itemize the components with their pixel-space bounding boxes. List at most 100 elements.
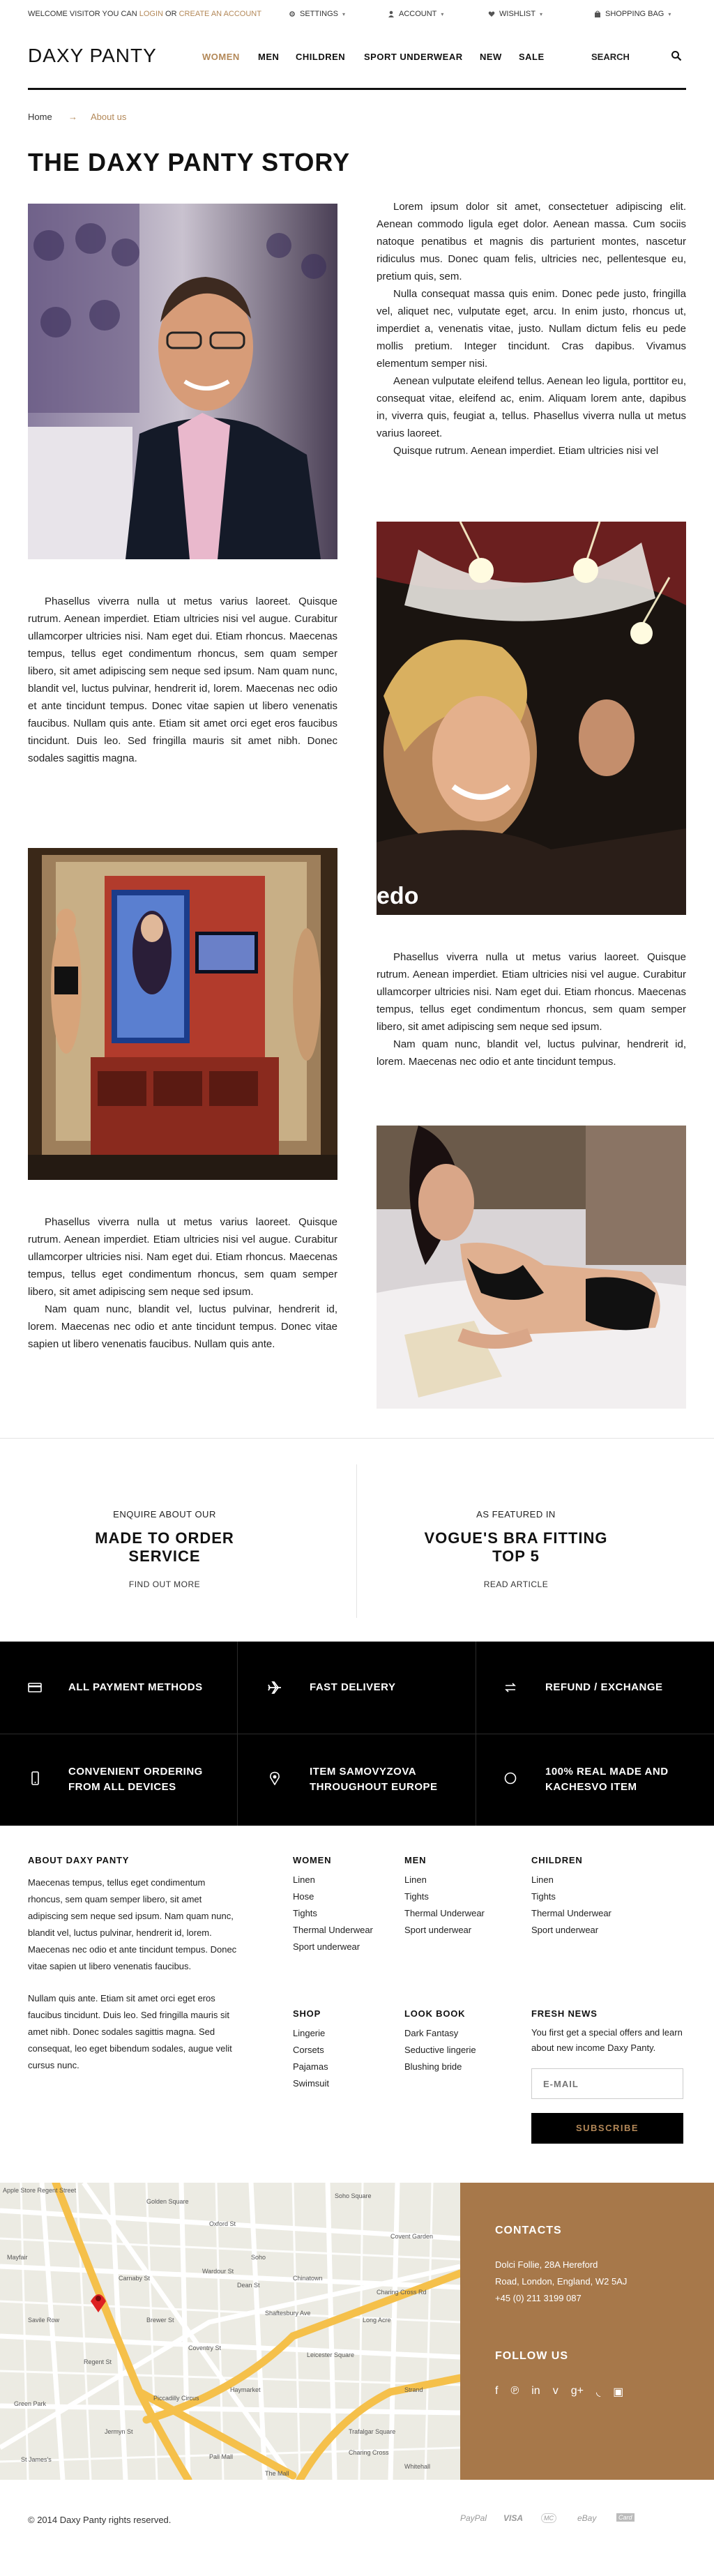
- footer-link[interactable]: Linen: [293, 1872, 373, 1888]
- map-label: Green Park: [14, 2400, 47, 2407]
- footer-link[interactable]: Pajamas: [293, 2059, 329, 2075]
- about-title: ABOUT DAXY PANTY: [28, 1855, 130, 1865]
- login-link[interactable]: LOGIN: [139, 10, 163, 18]
- footer-link[interactable]: Swimsuit: [293, 2075, 329, 2092]
- lookbook-links-title: LOOK BOOK: [404, 2008, 466, 2019]
- contacts-title: CONTACTS: [495, 2225, 562, 2236]
- card-eyebrow: AS FEATURED IN: [476, 1509, 556, 1520]
- rss-icon[interactable]: ◟: [596, 2385, 600, 2399]
- about-text: Maecenas tempus, tellus eget condimentum…: [28, 1874, 237, 2074]
- address-line: Dolci Follie, 28A Hereford: [495, 2259, 598, 2270]
- footer-link[interactable]: Sport underwear: [293, 1939, 373, 1955]
- map-label: Coventry St: [188, 2344, 222, 2351]
- footer-link[interactable]: Tights: [531, 1888, 612, 1905]
- shop-links: Lingerie Corsets Pajamas Swimsuit: [293, 2025, 329, 2092]
- facebook-icon[interactable]: f: [495, 2385, 498, 2399]
- chevron-down-icon: ▾: [668, 10, 671, 17]
- about-paragraph-2: Nullam quis ante. Etiam sit amet orci eg…: [28, 1993, 232, 2070]
- airplane-icon: [268, 1681, 281, 1694]
- vimeo-icon[interactable]: v: [553, 2385, 559, 2399]
- footer-link[interactable]: Thermal Underwear: [293, 1922, 373, 1939]
- made-to-order-card[interactable]: ENQUIRE ABOUT OUR MADE TO ORDER SERVICE …: [60, 1509, 269, 1589]
- nav-men[interactable]: MEN: [258, 52, 279, 62]
- settings-label: SETTINGS: [300, 10, 339, 18]
- footer-link[interactable]: Blushing bride: [404, 2059, 476, 2075]
- celebration-photo: edo: [377, 522, 686, 915]
- read-article-link[interactable]: READ ARTICLE: [411, 1579, 621, 1589]
- wishlist-menu[interactable]: WISHLIST ▾: [488, 10, 542, 18]
- breadcrumb-home[interactable]: Home: [28, 112, 52, 122]
- map-label: Jermyn St: [105, 2428, 133, 2435]
- footer-link[interactable]: Thermal Underwear: [404, 1905, 485, 1922]
- copyright: © 2014 Daxy Panty rights reserved.: [28, 2515, 172, 2525]
- card-eyebrow: ENQUIRE ABOUT OUR: [113, 1509, 216, 1520]
- map-label: Pall Mall: [209, 2453, 233, 2460]
- account-menu[interactable]: ACCOUNT ▾: [388, 10, 443, 18]
- footer-link[interactable]: Linen: [404, 1872, 485, 1888]
- instagram-icon[interactable]: ▣: [613, 2385, 623, 2399]
- footer-link[interactable]: Sport underwear: [531, 1922, 612, 1939]
- card-divider: [356, 1464, 357, 1618]
- nav-children[interactable]: CHILDREN: [296, 52, 345, 62]
- feature-label: ITEM SAMOVYZOVA: [310, 1766, 417, 1778]
- vogue-card[interactable]: AS FEATURED IN VOGUE'S BRA FITTING TOP 5…: [411, 1509, 621, 1589]
- map-label: Apple Store Regent Street: [3, 2187, 77, 2194]
- section-divider: [0, 1438, 714, 1439]
- create-account-link[interactable]: CREATE AN ACCOUNT: [179, 10, 261, 18]
- story-paragraph-7: Nam quam nunc, blandit vel, luctus pulvi…: [377, 1038, 686, 1068]
- photo-watermark: edo: [377, 883, 418, 909]
- footer-link[interactable]: Lingerie: [293, 2025, 329, 2042]
- map-label: Soho Square: [335, 2192, 372, 2199]
- google-plus-icon[interactable]: g+: [571, 2385, 584, 2399]
- pinterest-icon[interactable]: ℗: [510, 2385, 519, 2399]
- find-out-more-link[interactable]: FIND OUT MORE: [60, 1579, 269, 1589]
- linkedin-icon[interactable]: in: [531, 2385, 540, 2399]
- shopping-bag-menu[interactable]: SHOPPING BAG ▾: [594, 10, 671, 18]
- nav-women[interactable]: WOMEN: [202, 52, 240, 62]
- shop-links-title: SHOP: [293, 2008, 321, 2019]
- feature-label: CONVENIENT ORDERING: [68, 1766, 203, 1778]
- story-paragraph-1: Lorem ipsum dolor sit amet, consectetuer…: [377, 201, 686, 282]
- gear-icon: [289, 11, 295, 17]
- chevron-down-icon: ▾: [342, 10, 346, 17]
- heart-icon: [488, 11, 495, 17]
- footer-link[interactable]: Tights: [404, 1888, 485, 1905]
- subscribe-button[interactable]: SUBSCRIBE: [531, 2113, 683, 2144]
- circle-check-icon: [504, 1772, 517, 1785]
- footer-link[interactable]: Tights: [293, 1905, 373, 1922]
- story-paragraph-2: Nulla consequat massa quis enim. Donec p…: [377, 288, 686, 370]
- men-links-title: MEN: [404, 1855, 427, 1865]
- search-icon[interactable]: [671, 50, 682, 61]
- footer-link[interactable]: Thermal Underwear: [531, 1905, 612, 1922]
- nav-new[interactable]: NEW: [480, 52, 502, 62]
- feature-label: THROUGHOUT EUROPE: [310, 1781, 438, 1793]
- footer-link[interactable]: Sport underwear: [404, 1922, 485, 1939]
- nav-sport-underwear[interactable]: SPORT UNDERWEAR: [364, 52, 463, 62]
- footer-link[interactable]: Corsets: [293, 2042, 329, 2059]
- story-paragraph-6: Phasellus viverra nulla ut metus varius …: [377, 951, 686, 1033]
- email-field[interactable]: [531, 2068, 683, 2099]
- welcome-text: WELCOME VISITOR YOU CAN: [28, 10, 139, 18]
- footer-link[interactable]: Dark Fantasy: [404, 2025, 476, 2042]
- feature-label: 100% REAL MADE AND: [545, 1766, 669, 1778]
- location-map[interactable]: Apple Store Regent Street Golden Square …: [0, 2183, 460, 2480]
- feature-label: FROM ALL DEVICES: [68, 1781, 176, 1793]
- nav-sale[interactable]: SALE: [519, 52, 545, 62]
- story-paragraph-9: Nam quam nunc, blandit vel, luctus pulvi…: [28, 1303, 337, 1350]
- lookbook-links: Dark Fantasy Seductive lingerie Blushing…: [404, 2025, 476, 2075]
- settings-menu[interactable]: SETTINGS ▾: [289, 10, 345, 18]
- header-divider: [28, 88, 686, 90]
- map-pin-icon: [270, 1771, 280, 1785]
- map-label: St James's: [21, 2456, 52, 2463]
- footer-link[interactable]: Linen: [531, 1872, 612, 1888]
- about-paragraph-1: Maecenas tempus, tellus eget condimentum…: [28, 1877, 237, 1971]
- address-line: Road, London, England, W2 5AJ: [495, 2276, 628, 2287]
- footer-link[interactable]: Seductive lingerie: [404, 2042, 476, 2059]
- feature-delivery: FAST DELIVERY: [310, 1680, 395, 1695]
- women-links: Linen Hose Tights Thermal Underwear Spor…: [293, 1872, 373, 1955]
- search-button[interactable]: SEARCH: [591, 52, 630, 62]
- contacts-address: Dolci Follie, 28A Hereford Road, London,…: [495, 2257, 627, 2307]
- logo[interactable]: DAXY PANTY: [28, 45, 157, 67]
- footer-link[interactable]: Hose: [293, 1888, 373, 1905]
- map-label: Haymarket: [230, 2386, 261, 2393]
